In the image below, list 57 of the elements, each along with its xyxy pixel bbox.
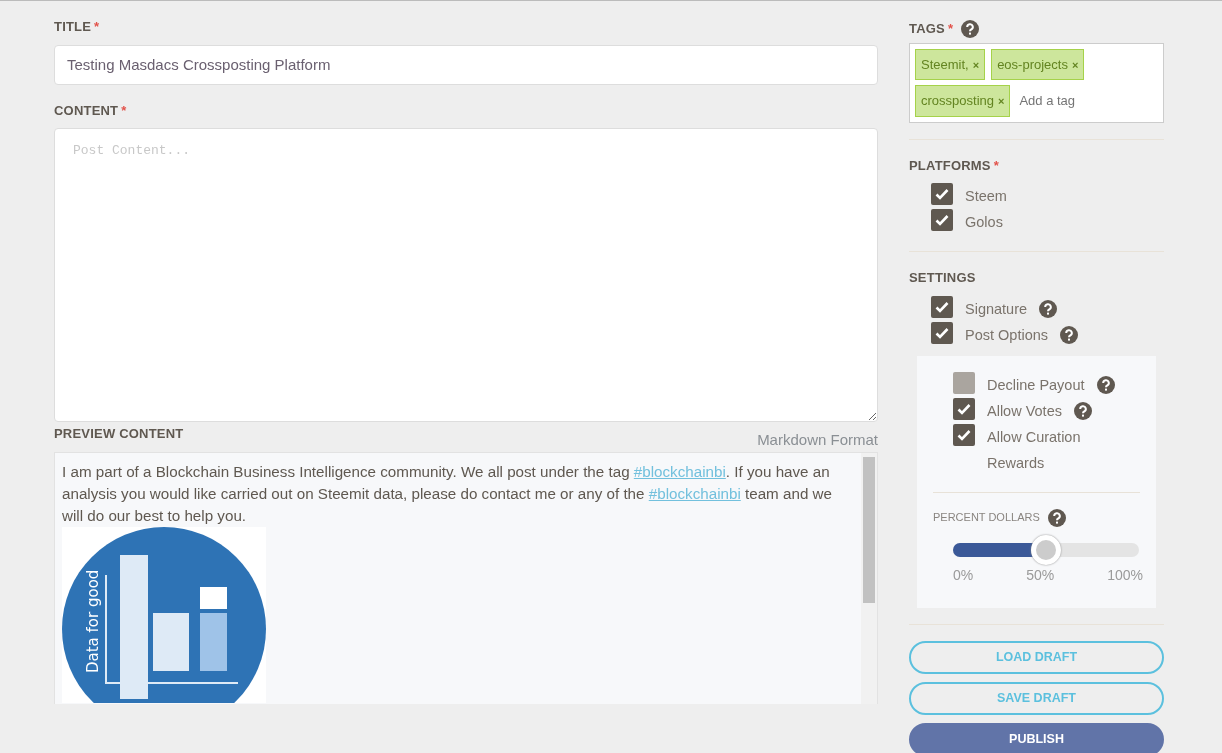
help-icon[interactable] — [1039, 299, 1058, 318]
help-icon[interactable] — [1047, 508, 1066, 527]
help-icon[interactable] — [1060, 325, 1078, 344]
required-mark: * — [947, 21, 954, 36]
check-icon — [935, 188, 949, 200]
field-label: PREVIEW CONTENT — [54, 425, 184, 443]
help-icon[interactable] — [1073, 401, 1092, 420]
checkbox-label: Allow Votes — [987, 401, 1062, 421]
field-label: TITLE — [54, 19, 92, 34]
checkbox-label: Decline Payout — [987, 375, 1085, 395]
check-icon — [957, 428, 971, 441]
help-icon[interactable] — [1096, 375, 1115, 394]
checkbox[interactable] — [931, 209, 953, 231]
checkbox[interactable] — [931, 295, 953, 318]
draft-button[interactable]: SAVE DRAFT — [909, 681, 1164, 715]
draft-button[interactable]: LOAD DRAFT — [909, 640, 1164, 674]
markdown-hint: Markdown Format — [757, 430, 878, 450]
tick-label: 50% — [1026, 565, 1055, 585]
tick-label: 100% — [1107, 565, 1143, 585]
check-icon — [957, 402, 971, 415]
tag: eos-projects × — [991, 48, 1085, 80]
tick-label: 0% — [953, 565, 974, 585]
field-label: PLATFORMS — [909, 157, 991, 173]
required-mark: * — [94, 19, 100, 34]
checkbox-label: Allow Curation Rewards — [987, 427, 1082, 473]
remove-tag[interactable]: × — [1071, 58, 1079, 71]
field-label: CONTENT — [54, 102, 119, 118]
checkbox-label: Post Options — [965, 325, 1048, 345]
required-mark: * — [121, 102, 127, 118]
remove-tag[interactable]: × — [998, 95, 1005, 107]
logo-drawing: Data for good — [62, 526, 266, 703]
field-label: TAGS — [909, 21, 945, 36]
checkbox[interactable] — [931, 321, 953, 344]
checkbox[interactable] — [953, 371, 975, 394]
remove-tag[interactable]: × — [972, 58, 980, 71]
publish-button[interactable]: PUBLISH — [909, 722, 1164, 753]
hashtag-link[interactable]: #blockchainbi — [633, 462, 726, 480]
checkbox-label: Steem — [965, 187, 1007, 206]
checkbox[interactable] — [953, 423, 975, 446]
tag: crossposting × — [915, 85, 1011, 117]
checkbox-label: Signature — [965, 299, 1028, 319]
tag: Steemit, × — [915, 48, 986, 80]
field-label: SETTINGS — [909, 269, 976, 287]
hashtag-link[interactable]: #blockchainbi — [648, 484, 741, 502]
scrollbar[interactable] — [861, 452, 877, 704]
slider-thumb[interactable] — [1031, 534, 1061, 565]
check-icon — [935, 300, 949, 313]
checkbox[interactable] — [931, 183, 953, 205]
required-mark: * — [993, 157, 999, 173]
check-icon — [935, 214, 949, 226]
checkbox[interactable] — [953, 397, 975, 420]
check-icon — [935, 326, 949, 339]
field-label: PERCENT DOLLARS — [933, 510, 1040, 526]
help-icon[interactable] — [961, 19, 980, 38]
preview-paragraph: I am part of a Blockchain Business Intelligence community. We all post under the tag #blockchainbi. If you have an analysis you would like carried out on Steemit data, please do contact me or any of the #blockchainbi team and we will do our best to help you. — [62, 461, 833, 526]
checkbox-label: Golos — [965, 213, 1003, 232]
title-input[interactable]: Testing Masdacs Crossposting Platform — [54, 44, 878, 85]
